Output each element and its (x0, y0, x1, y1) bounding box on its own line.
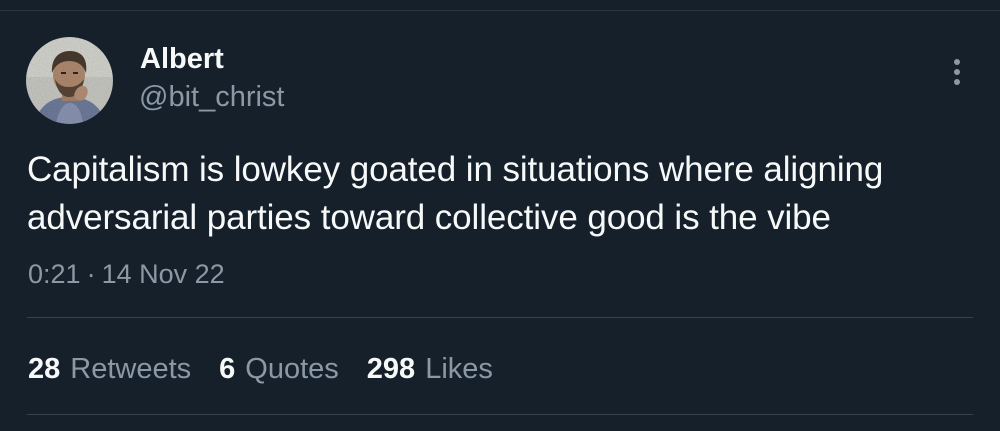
timestamp-separator: · (86, 259, 96, 289)
tweet-timestamp[interactable]: 0:21 · 14 Nov 22 (28, 256, 225, 292)
tweet-text-line: adversarial parties toward collective go… (27, 198, 831, 237)
stats-top-divider (27, 317, 973, 318)
retweets-stat[interactable]: 28 Retweets (28, 349, 191, 389)
author-display-name[interactable]: Albert (140, 41, 224, 77)
avatar[interactable] (26, 37, 113, 124)
stats-bottom-divider (27, 414, 973, 415)
retweets-label: Retweets (70, 353, 192, 385)
quotes-count: 6 (219, 353, 236, 385)
tweet-time: 0:21 (28, 259, 81, 289)
author-handle[interactable]: @bit_christ (139, 79, 284, 115)
retweets-count: 28 (28, 353, 61, 385)
quotes-label: Quotes (245, 353, 339, 385)
quotes-stat[interactable]: 6 Quotes (219, 349, 339, 389)
more-options-button[interactable] (940, 54, 974, 90)
tweet-text: Capitalism is lowkey goated in situation… (27, 146, 977, 242)
tweet-text-line: Capitalism is lowkey goated in situation… (27, 150, 884, 189)
likes-count: 298 (366, 353, 416, 385)
likes-label: Likes (425, 353, 493, 385)
engagement-stats: 28 Retweets 6 Quotes 298 Likes (28, 349, 521, 389)
profile-photo-icon (26, 37, 113, 124)
more-vertical-icon (954, 59, 960, 85)
top-divider (0, 10, 1000, 11)
tweet-card: Albert @bit_christ Capitalism is lowkey … (0, 0, 1000, 431)
tweet-date: 14 Nov 22 (101, 259, 225, 289)
likes-stat[interactable]: 298 Likes (367, 349, 493, 389)
